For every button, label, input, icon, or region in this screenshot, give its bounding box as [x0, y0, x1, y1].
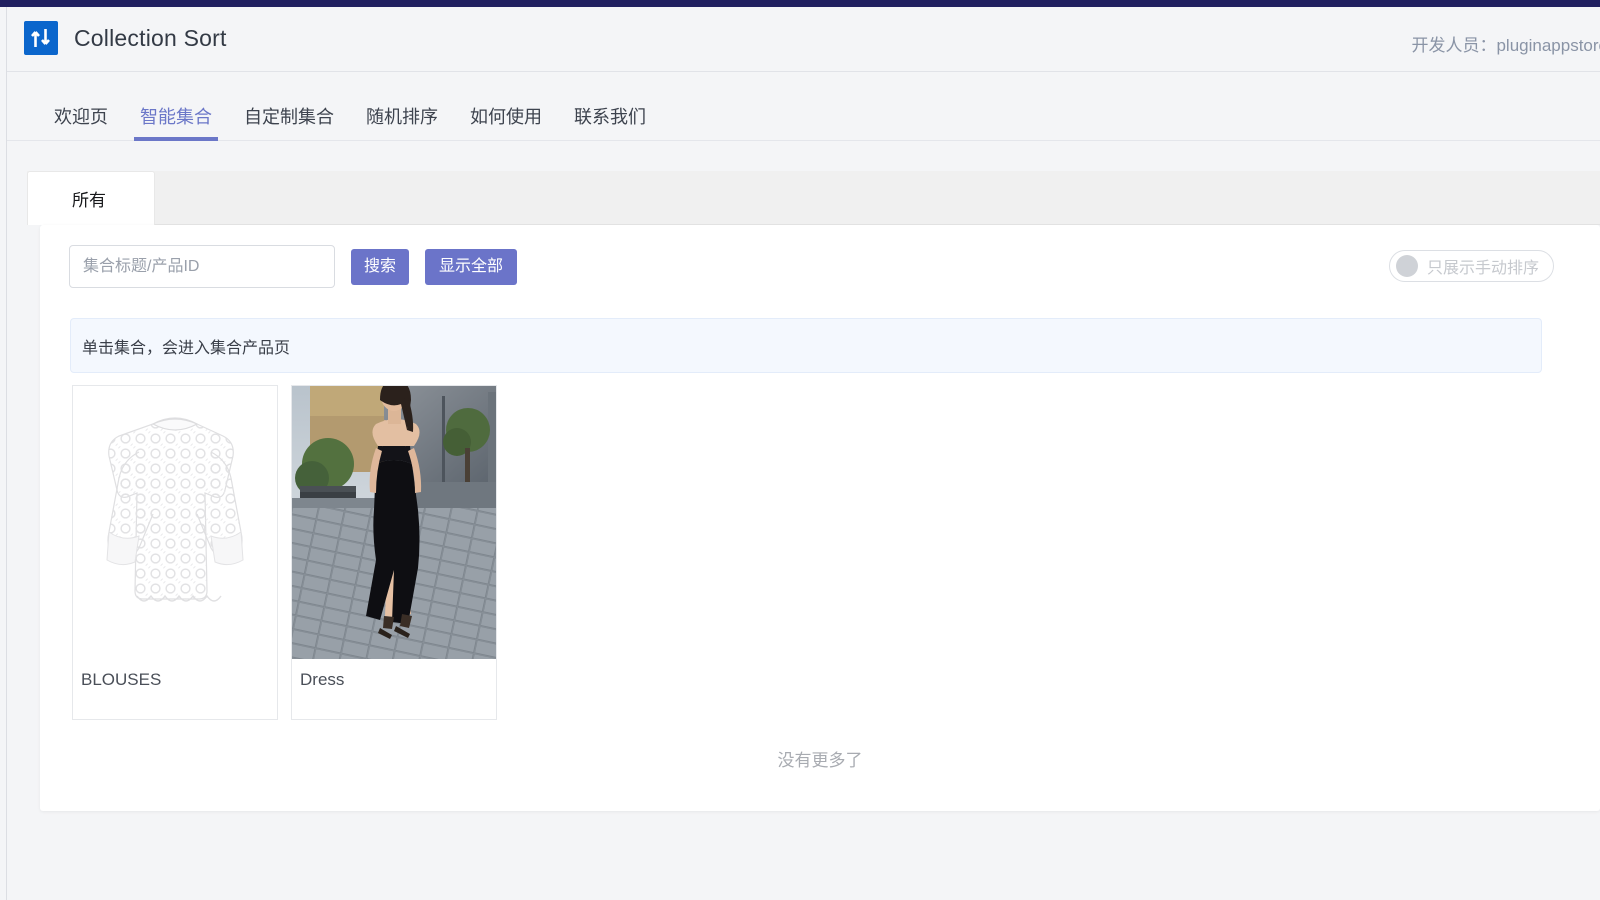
search-button[interactable]: 搜索 [351, 248, 410, 285]
collection-thumbnail [73, 386, 277, 659]
collection-name: Dress [300, 670, 345, 689]
collections-card: 搜索 显示全部 只展示手动排序 单击集合，会进入集合产品页 [40, 225, 1600, 811]
collection-thumbnail [292, 386, 496, 659]
end-of-list-text: 没有更多了 [777, 751, 863, 770]
nav-item-random-sort[interactable]: 随机排序 [350, 73, 454, 141]
browser-accent-bar [0, 0, 1600, 7]
search-input[interactable] [69, 245, 335, 288]
manual-sort-only-toggle[interactable]: 只展示手动排序 [1388, 250, 1554, 282]
main-navigation: 欢迎页 智能集合 自定制集合 随机排序 如何使用 联系我们 [7, 73, 1600, 141]
sort-arrows-icon [24, 21, 58, 55]
app-title: Collection Sort [74, 24, 227, 51]
brand: Collection Sort [24, 21, 227, 55]
nav-item-smart-collection[interactable]: 智能集合 [124, 73, 228, 141]
show-all-button[interactable]: 显示全部 [425, 248, 518, 285]
collection-name: BLOUSES [81, 670, 162, 689]
nav-item-how-to-use[interactable]: 如何使用 [454, 73, 558, 141]
toggle-knob-icon [1395, 255, 1418, 277]
developer-info: 开发人员：pluginappstore [1411, 36, 1600, 55]
toolbar: 搜索 显示全部 [69, 245, 518, 288]
app-header: Collection Sort 开发人员：pluginappstore [7, 7, 1600, 72]
manual-sort-only-label: 只展示手动排序 [1426, 260, 1539, 277]
tab-strip: 所有 [27, 171, 1600, 225]
nav-item-custom-collection[interactable]: 自定制集合 [228, 73, 350, 141]
collections-grid: BLOUSES Dress [72, 385, 497, 720]
collection-card[interactable]: Dress [291, 385, 497, 720]
info-banner: 单击集合，会进入集合产品页 [70, 318, 1542, 373]
collection-card[interactable]: BLOUSES [72, 385, 278, 720]
nav-item-contact-us[interactable]: 联系我们 [558, 73, 662, 141]
content-panel: 所有 搜索 显示全部 只展示手动排序 单击集合，会进入集合产品页 [7, 141, 1600, 841]
tab-all[interactable]: 所有 [27, 171, 155, 225]
nav-item-welcome[interactable]: 欢迎页 [38, 73, 124, 141]
